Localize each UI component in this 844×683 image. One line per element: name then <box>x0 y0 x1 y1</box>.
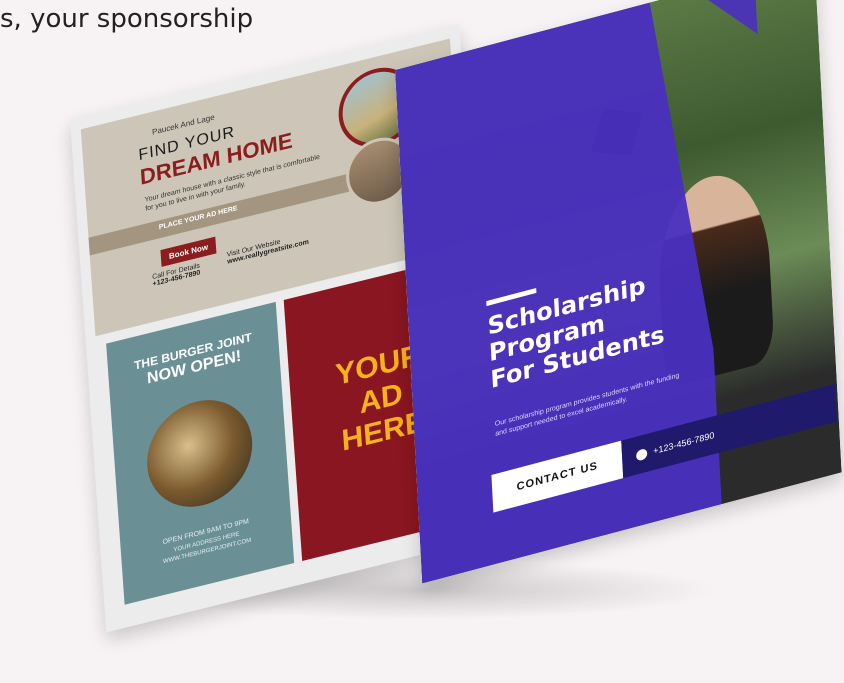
food-photo <box>143 388 256 519</box>
book-now-button: Book Now <box>160 236 217 267</box>
burger-title: THE BURGER JOINT NOW OPEN! <box>108 324 280 399</box>
phone-icon <box>635 447 648 462</box>
phone-number: +123-456-7890 <box>652 430 715 457</box>
burger-ad: THE BURGER JOINT NOW OPEN! OPEN FROM 9AM… <box>106 301 295 605</box>
call-info: Call For Details +123-456-7890 <box>152 262 201 288</box>
ad-band-text: PLACE YOUR AD HERE <box>158 205 238 232</box>
web-info: Visit Our Website www.reallygreatsite.co… <box>227 232 310 266</box>
right-page: Scholarship Program For Students Our sch… <box>395 0 842 584</box>
burger-info: OPEN FROM 9AM TO 9PM YOUR ADDRESS HERE W… <box>121 507 293 577</box>
magazine-spread: Paucek And Lage FIND YOUR DREAM HOME You… <box>0 0 844 683</box>
